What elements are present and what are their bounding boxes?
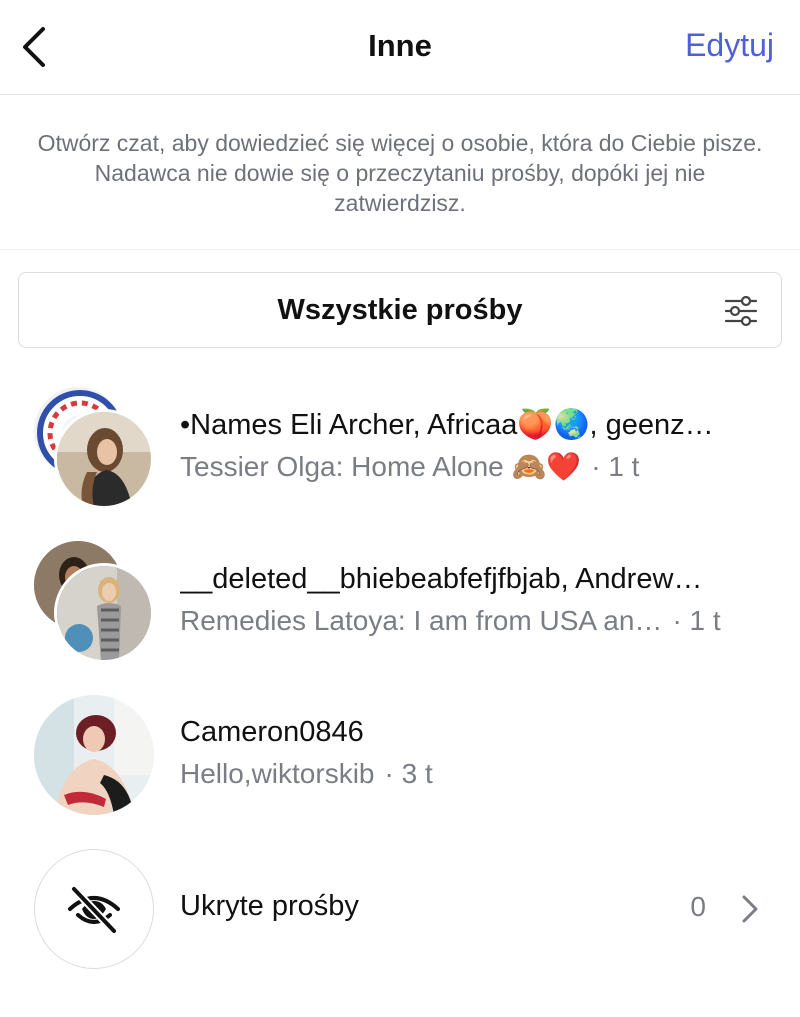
- eye-slash-icon: [68, 885, 120, 935]
- request-text: •Names Eli Archer, Africaa🍑🌏, geenz… Tes…: [180, 407, 764, 485]
- request-name: Cameron0846: [180, 716, 364, 748]
- request-time: · 1 t: [591, 451, 640, 482]
- edit-button[interactable]: Edytuj: [685, 27, 774, 64]
- hidden-requests-row[interactable]: Ukryte prośby 0: [0, 845, 800, 975]
- request-text: __deleted__bhiebeabfefjfbjab, Andrew… Re…: [180, 561, 764, 639]
- request-preview: Remedies Latoya: I am from USA an…: [180, 605, 663, 636]
- avatar: [34, 695, 154, 815]
- info-section: Otwórz czat, aby dowiedzieć się więcej o…: [0, 96, 800, 250]
- info-text: Otwórz czat, aby dowiedzieć się więcej o…: [37, 129, 763, 216]
- request-time: · 1 t: [672, 605, 721, 636]
- request-row[interactable]: Cameron0846 Hello,wiktorskib · 3 t: [0, 690, 800, 820]
- hidden-requests-count: 0: [690, 891, 706, 922]
- avatar: [54, 563, 154, 663]
- page-title: Inne: [368, 28, 432, 63]
- request-time: · 3 t: [384, 758, 433, 789]
- request-text: Cameron0846 Hello,wiktorskib · 3 t: [180, 714, 764, 792]
- group-avatar: [32, 539, 156, 663]
- chevron-right-icon: [742, 895, 758, 923]
- hidden-icon-circle: [34, 849, 154, 969]
- request-row[interactable]: __deleted__bhiebeabfefjfbjab, Andrew… Re…: [0, 537, 800, 667]
- filter-label: Wszystkie prośby: [277, 293, 523, 326]
- request-preview: Hello,wiktorskib: [180, 758, 375, 789]
- hidden-requests-label: Ukryte prośby: [180, 890, 359, 922]
- request-subtitle: Remedies Latoya: I am from USA an… · 1 t: [180, 603, 764, 639]
- group-avatar: [32, 385, 156, 509]
- request-name: •Names Eli Archer, Africaa🍑🌏, geenz…: [180, 409, 714, 441]
- header-bar: Inne Edytuj: [0, 0, 800, 95]
- sliders-icon[interactable]: [723, 293, 759, 329]
- request-preview: Tessier Olga: Home Alone 🙈❤️: [180, 451, 582, 482]
- request-subtitle: Hello,wiktorskib · 3 t: [180, 756, 764, 792]
- request-subtitle: Tessier Olga: Home Alone 🙈❤️ · 1 t: [180, 449, 764, 485]
- filter-dropdown[interactable]: Wszystkie prośby: [18, 272, 782, 348]
- request-name: __deleted__bhiebeabfefjfbjab, Andrew…: [180, 563, 703, 595]
- request-row[interactable]: •Names Eli Archer, Africaa🍑🌏, geenz… Tes…: [0, 383, 800, 513]
- avatar: [54, 409, 154, 509]
